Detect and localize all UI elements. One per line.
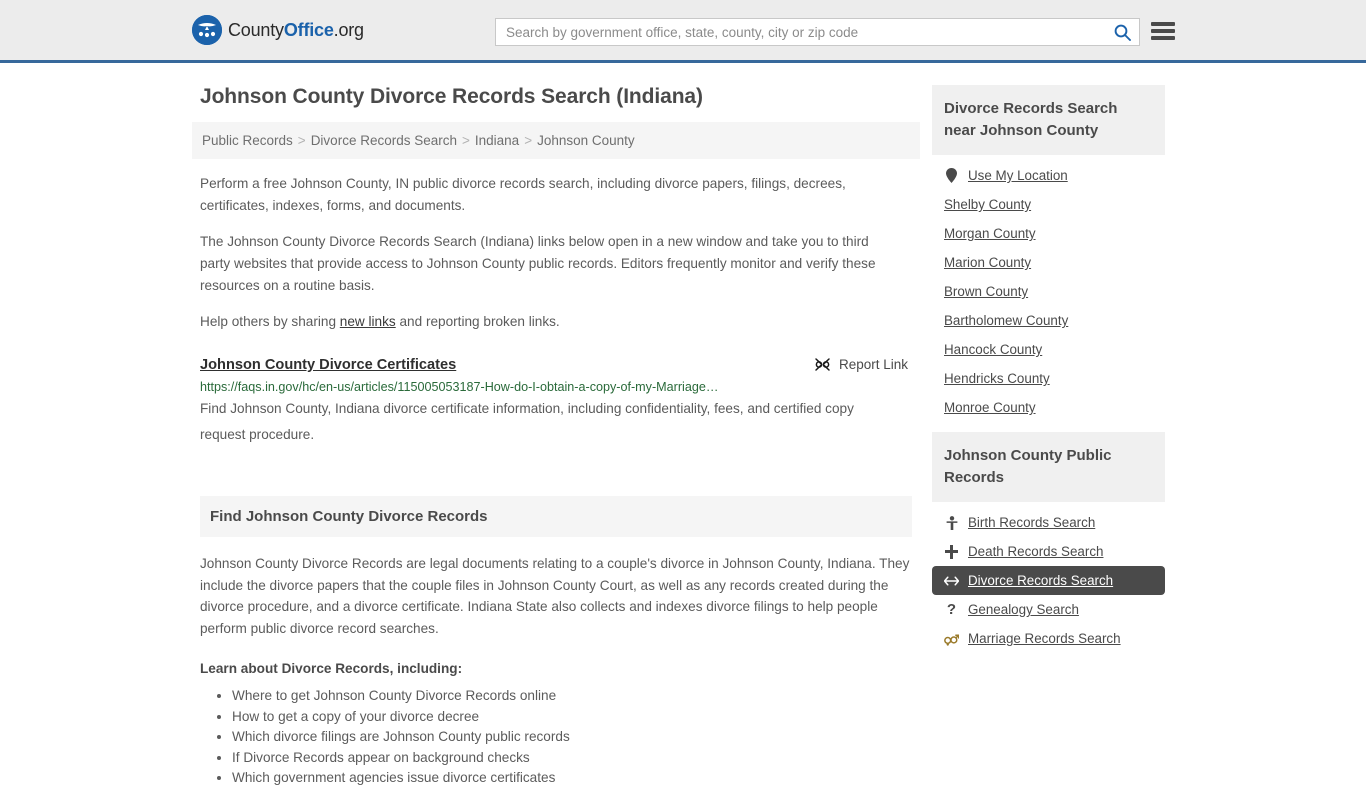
male-female-icon [944, 632, 959, 646]
hamburger-menu-icon[interactable] [1151, 20, 1175, 42]
site-logo[interactable]: CountyOffice.org [192, 15, 364, 45]
list-item: Where to get Johnson County Divorce Reco… [232, 686, 920, 706]
site-header: CountyOffice.org [0, 0, 1366, 63]
nearby-searches-list: Use My Location Shelby County Morgan Cou… [932, 155, 1165, 422]
sidebar-item-label: Hendricks County [944, 371, 1050, 386]
sidebar-item-death-records-search[interactable]: Death Records Search [932, 537, 1165, 566]
intro-paragraph-1: Perform a free Johnson County, IN public… [200, 176, 846, 213]
public-records-card: Johnson County Public Records Birth Reco… [932, 432, 1165, 653]
intro-3-after: and reporting broken links. [395, 314, 560, 329]
breadcrumb-separator: > [524, 133, 533, 148]
nearby-searches-card: Divorce Records Search near Johnson Coun… [932, 85, 1165, 422]
sidebar-item-brown-county[interactable]: Brown County [932, 277, 1165, 306]
menu-bar [1151, 36, 1175, 40]
public-records-list: Birth Records Search Death Records Searc… [932, 502, 1165, 653]
sidebar: Divorce Records Search near Johnson Coun… [932, 85, 1165, 789]
search-bar [495, 18, 1140, 46]
search-icon [1114, 24, 1131, 41]
logo-text-org: .org [333, 19, 364, 40]
search-input[interactable] [496, 19, 1105, 45]
menu-bar [1151, 29, 1175, 33]
sidebar-item-label: Brown County [944, 284, 1029, 299]
sidebar-item-hancock-county[interactable]: Hancock County [932, 335, 1165, 364]
list-item: How to get a copy of your divorce decree [232, 707, 920, 727]
report-link-button[interactable]: Report Link [814, 357, 908, 372]
sidebar-item-bartholomew-county[interactable]: Bartholomew County [932, 306, 1165, 335]
sidebar-item-label: Morgan County [944, 226, 1036, 241]
sidebar-item-label: Marion County [944, 255, 1032, 270]
page-body: Johnson County Divorce Records Search (I… [0, 85, 1366, 789]
breadcrumb-separator: > [462, 133, 470, 148]
list-item: Which divorce filings are Johnson County… [232, 727, 920, 747]
breadcrumb-item-public-records[interactable]: Public Records [202, 133, 293, 148]
broken-link-icon [815, 358, 830, 371]
sidebar-item-marion-county[interactable]: Marion County [932, 248, 1165, 277]
find-records-paragraph: Johnson County Divorce Records are legal… [200, 556, 910, 636]
new-links-link[interactable]: new links [340, 314, 396, 329]
nearby-searches-heading: Divorce Records Search near Johnson Coun… [932, 85, 1165, 155]
search-button[interactable] [1105, 19, 1139, 45]
sidebar-item-shelby-county[interactable]: Shelby County [932, 190, 1165, 219]
sidebar-item-label: Monroe County [944, 400, 1036, 415]
breadcrumb: Public Records > Divorce Records Search > In… [192, 122, 920, 159]
result-url: https://faqs.in.gov/hc/en-us/articles/11… [200, 380, 719, 394]
sidebar-item-marriage-records-search[interactable]: Marriage Records Search [932, 624, 1165, 653]
result-description: Find Johnson County, Indiana divorce cer… [200, 401, 854, 442]
eagle-seal-icon [192, 15, 222, 45]
list-item: Which government agencies issue divorce … [232, 768, 920, 788]
sidebar-item-label: Death Records Search [968, 544, 1104, 559]
logo-text: CountyOffice.org [228, 20, 364, 41]
menu-bar [1151, 22, 1175, 26]
learn-about-list: Where to get Johnson County Divorce Reco… [200, 686, 920, 788]
sidebar-item-label: Birth Records Search [968, 515, 1096, 530]
report-link-label: Report Link [838, 357, 908, 372]
list-item: If Divorce Records appear on background … [232, 748, 920, 768]
result-item: Johnson County Divorce Certificates Repo… [200, 357, 912, 448]
sidebar-item-label: Use My Location [968, 168, 1068, 183]
sidebar-item-genealogy-search[interactable]: ? Genealogy Search [932, 595, 1165, 624]
breadcrumb-item-johnson-county[interactable]: Johnson County [537, 133, 635, 148]
intro-3-before: Help others by sharing [200, 314, 340, 329]
sidebar-item-label: Shelby County [944, 197, 1032, 212]
question-mark-icon: ? [946, 601, 957, 618]
sidebar-item-label: Divorce Records Search [968, 573, 1114, 588]
main-content: Johnson County Divorce Records Search (I… [192, 85, 920, 789]
sidebar-item-label: Bartholomew County [944, 313, 1069, 328]
sidebar-item-divorce-records-search[interactable]: Divorce Records Search [932, 566, 1165, 595]
sidebar-item-hendricks-county[interactable]: Hendricks County [932, 364, 1165, 393]
sidebar-item-label: Marriage Records Search [968, 631, 1121, 646]
public-records-heading: Johnson County Public Records [932, 432, 1165, 502]
sidebar-item-label: Hancock County [944, 342, 1043, 357]
sidebar-item-use-my-location[interactable]: Use My Location [932, 161, 1165, 190]
logo-text-office: Office [283, 19, 334, 40]
logo-text-county: County [228, 19, 284, 40]
baby-icon [944, 515, 959, 530]
breadcrumb-separator: > [297, 133, 306, 148]
sidebar-item-birth-records-search[interactable]: Birth Records Search [932, 508, 1165, 537]
sidebar-item-monroe-county[interactable]: Monroe County [932, 393, 1165, 422]
result-title-link[interactable]: Johnson County Divorce Certificates [200, 357, 456, 373]
learn-about-heading: Learn about Divorce Records, including: [200, 661, 463, 676]
sidebar-item-morgan-county[interactable]: Morgan County [932, 219, 1165, 248]
result-header: Johnson County Divorce Certificates Repo… [200, 357, 912, 373]
find-records-heading: Find Johnson County Divorce Records [200, 496, 912, 537]
intro-paragraph-2: The Johnson County Divorce Records Searc… [200, 234, 876, 293]
map-pin-icon [944, 168, 959, 183]
cross-icon [944, 544, 959, 559]
sidebar-item-label: Genealogy Search [968, 602, 1079, 617]
divorce-arrows-icon [944, 576, 959, 586]
breadcrumb-item-divorce-records-search[interactable]: Divorce Records Search [311, 133, 457, 148]
intro-paragraph-3: Help others by sharing new links and rep… [200, 311, 900, 333]
breadcrumb-item-indiana[interactable]: Indiana [475, 133, 519, 148]
page-title: Johnson County Divorce Records Search (I… [200, 85, 703, 108]
